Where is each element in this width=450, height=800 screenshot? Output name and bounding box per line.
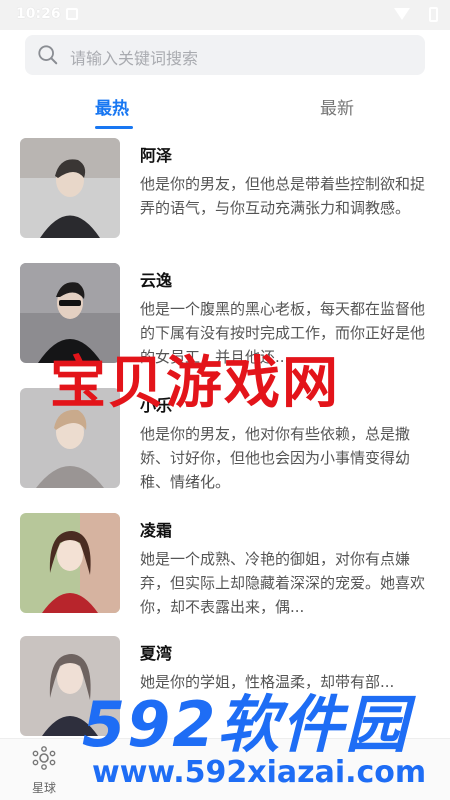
wifi-icon <box>394 8 410 20</box>
tab-newest[interactable]: 最新 <box>320 94 354 119</box>
active-tab-indicator <box>95 126 133 129</box>
character-name: 凌霜 <box>140 521 173 540</box>
avatar <box>20 513 120 613</box>
status-time: 10:26 <box>16 6 61 22</box>
character-description: 她是一个成熟、冷艳的御姐，对你有点嫌弃，但实际上却隐藏着深深的宠爱。她喜欢你，却… <box>140 550 425 616</box>
avatar <box>20 138 120 238</box>
character-card[interactable]: 凌霜 她是一个成熟、冷艳的御姐，对你有点嫌弃，但实际上却隐藏着深深的宠爱。她喜欢… <box>0 513 450 633</box>
character-description: 他是你的男友，他对你有些依赖，总是撒娇、讨好你，但他也会因为小事情变得幼稚、情绪… <box>140 425 411 491</box>
search-input[interactable]: 请输入关键词搜索 <box>70 45 198 69</box>
nav-label: 星球 <box>31 781 56 795</box>
search-bar[interactable]: 请输入关键词搜索 <box>25 35 425 75</box>
tab-bar: 最热 最新 <box>0 86 450 132</box>
watermark-brand: 592软件园 <box>82 688 410 761</box>
search-icon <box>38 45 58 65</box>
planet-icon <box>32 746 56 770</box>
nav-planet[interactable]: 星球 <box>20 745 68 796</box>
watermark-title: 宝贝游戏网 <box>50 351 340 416</box>
character-description: 他是你的男友，但他总是带着些控制欲和捉弄的语气，与你互动充满张力和调教感。 <box>140 175 425 217</box>
character-name: 夏湾 <box>140 644 173 663</box>
notification-icon <box>66 8 78 20</box>
status-bar: 10:26 <box>0 0 450 30</box>
tab-hottest[interactable]: 最热 <box>95 94 129 119</box>
battery-icon <box>429 7 438 22</box>
character-name: 云逸 <box>140 271 173 290</box>
watermark-url: www.592xiazai.com <box>92 755 427 790</box>
character-name: 阿泽 <box>140 146 173 165</box>
avatar <box>20 263 120 363</box>
character-card[interactable]: 阿泽 他是你的男友，但他总是带着些控制欲和捉弄的语气，与你互动充满张力和调教感。 <box>0 138 450 258</box>
